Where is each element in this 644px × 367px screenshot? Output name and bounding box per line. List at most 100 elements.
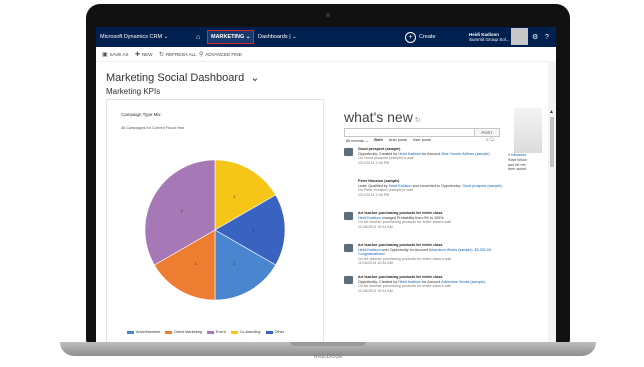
- record-link[interactable]: Adventure Works (sample).: [441, 280, 486, 284]
- post-body: Art teacher purchasing products for enti…: [358, 275, 508, 293]
- post-type-icon: [344, 212, 353, 220]
- post-type-icon: [344, 244, 353, 252]
- legend-item[interactable]: Direct Marketing: [165, 330, 202, 334]
- scrollbar[interactable]: [548, 61, 556, 342]
- chevron-down-icon: ⌄: [244, 72, 260, 84]
- legend-swatch: [165, 330, 173, 334]
- post-timestamp: 11/18/2014 10:44 AM: [358, 288, 393, 293]
- save-as-label: SAVE AS: [109, 51, 129, 57]
- post-body: Art teacher purchasing products for enti…: [358, 243, 508, 266]
- legend-label: Event: [215, 330, 226, 334]
- page-title: Marketing Social Dashboard: [106, 72, 245, 84]
- post-body: Good prospect (sample) Opportunity: Crea…: [358, 147, 508, 165]
- gear-icon[interactable]: ⚙: [532, 27, 538, 47]
- feed-tools: ⌕ ↻: [486, 137, 494, 143]
- user-link[interactable]: Heidi Kadison: [398, 152, 421, 156]
- chart-panel: 11112 Campaign Type Mix All Campaigns fo…: [106, 99, 324, 342]
- follow-panel: 0 followers Start follow and let me thei…: [508, 153, 542, 172]
- pie-chart[interactable]: 11112: [107, 100, 323, 342]
- app-title: Microsoft Dynamics CRM: [100, 34, 163, 40]
- dashboards-label: Dashboards: [258, 34, 288, 40]
- user-info[interactable]: Heidi Kadison Summit Group Sol...: [469, 29, 510, 45]
- save-as-button[interactable]: ▣ SAVE AS: [102, 47, 128, 61]
- chart-legend: Advertisement Direct Marketing Event Co-bra…: [127, 330, 317, 334]
- create-label: Create: [419, 34, 436, 40]
- legend-label: Other: [274, 330, 285, 334]
- user-org: Summit Group Sol...: [469, 37, 510, 42]
- refresh-all-label: REFRESH ALL: [166, 51, 197, 57]
- post-type-icon: [344, 148, 353, 156]
- scroll-up-icon[interactable]: ▲: [549, 109, 554, 115]
- post-type-icon: [344, 276, 353, 284]
- post-body: Art teacher purchasing products for enti…: [358, 211, 508, 229]
- filter-auto-posts[interactable]: Auto posts: [389, 138, 407, 143]
- feed-post: Peter Houston (sample) Lead: Qualified b…: [344, 179, 506, 211]
- post-timestamp: 12/1/2014 3:18 PM: [358, 192, 390, 197]
- laptop-notch: [290, 342, 366, 346]
- legend-swatch: [265, 330, 273, 334]
- filter-both[interactable]: Both: [374, 138, 383, 143]
- legend-item[interactable]: Advertisement: [127, 330, 160, 334]
- new-button[interactable]: ✚ NEW: [135, 47, 153, 61]
- refresh-icon: ↻: [159, 51, 165, 58]
- user-link[interactable]: Heidi Kadison: [358, 216, 381, 220]
- user-link[interactable]: Heidi Kadison: [398, 280, 421, 284]
- advanced-find-label: ADVANCED FIND: [205, 51, 242, 57]
- save-icon: ▣: [102, 51, 108, 58]
- new-icon: ✚: [135, 51, 141, 58]
- post-button[interactable]: POST: [474, 128, 500, 137]
- record-link[interactable]: Good prospect (sample).: [462, 184, 503, 188]
- feed-post: Good prospect (sample) Opportunity: Crea…: [344, 147, 506, 179]
- whats-new-label: what's new: [344, 109, 413, 125]
- section-title: Marketing KPIs: [106, 87, 161, 96]
- whats-new-title: what's new ↻: [344, 109, 421, 125]
- app-title-menu[interactable]: Microsoft Dynamics CRM ⌄: [100, 27, 168, 47]
- feed-post: Art teacher purchasing products for enti…: [344, 243, 506, 275]
- legend-label: Direct Marketing: [174, 330, 202, 334]
- avatar[interactable]: [511, 28, 528, 45]
- post-input[interactable]: [344, 128, 494, 137]
- post-line: Heidi Kadison won Opportunity for Accoun…: [358, 247, 493, 257]
- chart-title: Campaign Type Mix: [121, 112, 161, 117]
- feed-post: Art teacher purchasing products for enti…: [344, 275, 506, 307]
- refresh-icon[interactable]: ↻: [413, 117, 421, 124]
- legend-swatch: [206, 330, 214, 334]
- refresh-feed-icon[interactable]: ↻: [490, 137, 494, 143]
- area-label: MARKETING: [211, 34, 245, 40]
- filter-user-posts[interactable]: User posts: [413, 138, 431, 143]
- legend-item[interactable]: Other: [265, 330, 285, 334]
- follow-text-line: their activit: [508, 167, 527, 172]
- post-body: Peter Houston (sample) Lead: Qualified b…: [358, 179, 508, 197]
- record-link[interactable]: Blue Yonder Airlines (sample).: [441, 152, 490, 156]
- crm-screen: Microsoft Dynamics CRM ⌄ ⌂ MARKETING ⌄ D…: [96, 27, 556, 342]
- binoculars-icon: ⚲: [199, 51, 204, 58]
- feed-post: Art teacher purchasing products for enti…: [344, 211, 506, 243]
- follow-image: [514, 108, 542, 153]
- nav-bar: Microsoft Dynamics CRM ⌄ ⌂ MARKETING ⌄ D…: [96, 27, 556, 47]
- legend-label: Advertisement: [136, 330, 161, 334]
- home-icon[interactable]: ⌂: [196, 27, 200, 47]
- advanced-find-button[interactable]: ⚲ ADVANCED FIND: [199, 47, 242, 61]
- legend-swatch: [127, 330, 134, 334]
- area-menu[interactable]: MARKETING ⌄: [207, 30, 255, 44]
- filter-icon[interactable]: ⌕: [486, 137, 489, 143]
- scrollbar-thumb[interactable]: [550, 117, 554, 167]
- activity-feed: Good prospect (sample) Opportunity: Crea…: [344, 147, 506, 307]
- post-timestamp: 12/1/2014 3:18 PM: [358, 160, 390, 165]
- filter-all-records[interactable]: All records ⌄: [346, 138, 368, 143]
- refresh-all-button[interactable]: ↻ REFRESH ALL: [159, 47, 197, 61]
- legend-label: Co-branding: [239, 330, 261, 334]
- user-link[interactable]: Heidi Kadison: [389, 184, 412, 188]
- dashboards-nav[interactable]: Dashboards | ⌄: [258, 27, 297, 47]
- create-button[interactable]: + Create: [405, 27, 436, 47]
- dashboard-selector[interactable]: Marketing Social Dashboard ⌄: [106, 71, 260, 84]
- user-link[interactable]: Heidi Kadison: [358, 248, 381, 252]
- chart-subtitle: All Campaigns for Current Fiscal Year: [121, 126, 185, 130]
- chevron-down-icon: ⌄: [162, 34, 169, 40]
- chevron-down-icon: | ⌄: [287, 34, 297, 40]
- device-brand: MacBook: [313, 353, 343, 360]
- camera-icon: [326, 13, 330, 17]
- legend-item[interactable]: Event: [206, 330, 226, 334]
- help-icon[interactable]: ?: [545, 27, 549, 47]
- legend-item[interactable]: Co-branding: [230, 330, 261, 334]
